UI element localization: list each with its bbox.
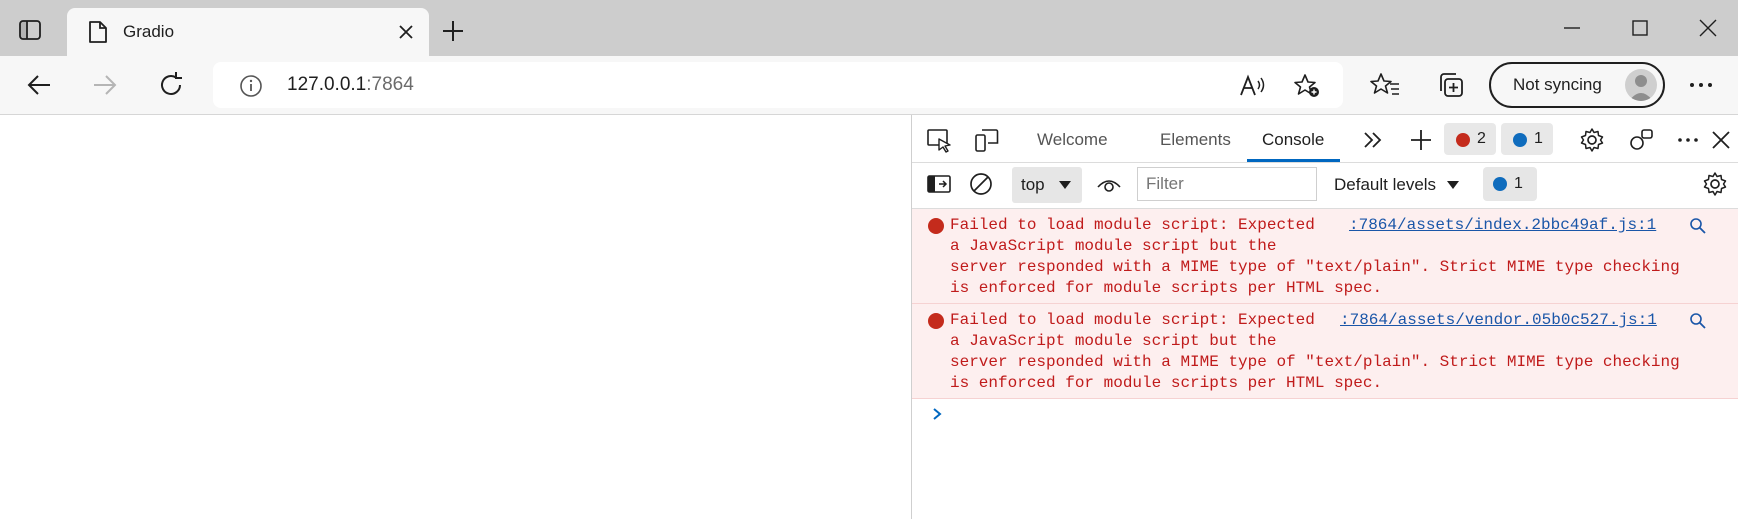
sidebar-toggle-icon[interactable] <box>926 171 952 197</box>
error-line: Failed to load module script: Expected <box>950 311 1315 329</box>
back-icon[interactable] <box>24 70 54 100</box>
error-line: server responded with a MIME type of "te… <box>950 258 1680 276</box>
context-selector[interactable]: top <box>1012 167 1082 203</box>
issues-count-badge[interactable]: 1 <box>1483 167 1537 201</box>
device-emulation-icon[interactable] <box>974 127 1000 153</box>
site-info-icon[interactable] <box>239 74 263 98</box>
minimize-icon[interactable] <box>1558 14 1586 42</box>
collections-icon[interactable] <box>1436 70 1466 100</box>
console-error-message: Failed to load module script: Expected a… <box>912 209 1738 304</box>
tab-actions-icon[interactable] <box>18 18 42 42</box>
read-aloud-icon[interactable] <box>1239 73 1267 99</box>
tab-title: Gradio <box>123 22 175 41</box>
tab-strip: Gradio <box>0 0 1738 56</box>
message-count: 1 <box>1534 130 1543 147</box>
url-text[interactable]: 127.0.0.1:7864 <box>287 74 414 96</box>
context-label: top <box>1021 175 1045 194</box>
tab-welcome[interactable]: Welcome <box>1037 130 1108 150</box>
maximize-icon[interactable] <box>1626 14 1654 42</box>
favorites-icon[interactable] <box>1370 70 1400 100</box>
console-output: Failed to load module script: Expected a… <box>912 209 1738 519</box>
message-icon <box>1513 133 1527 147</box>
issues-count: 1 <box>1514 175 1523 192</box>
error-line: is enforced for module scripts per HTML … <box>950 374 1383 392</box>
page-viewport <box>0 115 911 519</box>
error-icon <box>1456 133 1470 147</box>
active-tab-indicator <box>1247 159 1340 162</box>
page-favicon-icon <box>87 20 109 44</box>
new-tab-icon[interactable] <box>440 18 466 44</box>
browser-toolbar: 127.0.0.1:7864 Not syncing <box>0 56 1738 115</box>
devtools-panel: Welcome Elements Console 2 1 top Filter … <box>911 115 1738 519</box>
more-tabs-icon[interactable] <box>1360 127 1386 153</box>
add-favorite-icon[interactable] <box>1293 73 1321 99</box>
devtools-tab-bar: Welcome Elements Console 2 1 <box>912 115 1738 163</box>
inspect-element-icon[interactable] <box>926 127 952 153</box>
log-levels-label: Default levels <box>1334 175 1437 194</box>
search-icon[interactable] <box>1689 312 1707 330</box>
sync-status-label: Not syncing <box>1513 75 1602 94</box>
customize-icon[interactable] <box>1628 127 1654 153</box>
error-count: 2 <box>1477 130 1486 147</box>
settings-icon[interactable] <box>1579 127 1605 153</box>
devtools-more-icon[interactable] <box>1675 127 1701 153</box>
message-count-badge[interactable]: 1 <box>1501 123 1553 155</box>
error-icon <box>928 313 944 329</box>
console-toolbar: top Default levels 1 <box>912 163 1738 209</box>
console-filter-input[interactable] <box>1137 167 1317 201</box>
levels-chevron-down-icon <box>1447 181 1460 189</box>
more-options-icon[interactable] <box>1686 70 1716 100</box>
refresh-icon[interactable] <box>156 70 186 100</box>
error-line: server responded with a MIME type of "te… <box>950 353 1680 371</box>
forward-icon[interactable] <box>90 70 120 100</box>
avatar <box>1625 69 1657 101</box>
profile-sync-button[interactable]: Not syncing <box>1489 62 1665 108</box>
close-window-icon[interactable] <box>1694 14 1722 42</box>
log-levels-dropdown[interactable]: Default levels <box>1334 175 1460 195</box>
chevron-down-icon <box>1059 181 1071 189</box>
tab-console[interactable]: Console <box>1262 130 1324 150</box>
console-error-message: Failed to load module script: Expected a… <box>912 304 1738 399</box>
url-port: :7864 <box>366 74 414 95</box>
console-settings-icon[interactable] <box>1702 171 1728 197</box>
close-devtools-icon[interactable] <box>1708 127 1734 153</box>
error-line: a JavaScript module script but the <box>950 237 1277 255</box>
clear-console-icon[interactable] <box>968 171 994 197</box>
address-bar[interactable]: 127.0.0.1:7864 <box>213 62 1343 108</box>
close-tab-icon[interactable] <box>395 21 417 43</box>
console-prompt-icon[interactable] <box>930 407 944 421</box>
tab-elements[interactable]: Elements <box>1160 130 1231 150</box>
add-tool-icon[interactable] <box>1408 127 1434 153</box>
error-count-badge[interactable]: 2 <box>1444 123 1496 155</box>
error-line: a JavaScript module script but the <box>950 332 1277 350</box>
search-icon[interactable] <box>1689 217 1707 235</box>
live-expression-icon[interactable] <box>1096 172 1122 198</box>
source-link[interactable]: :7864/assets/vendor.05b0c527.js:1 <box>1340 310 1657 332</box>
message-icon <box>1493 177 1507 191</box>
source-link[interactable]: :7864/assets/index.2bbc49af.js:1 <box>1349 215 1656 237</box>
error-line: Failed to load module script: Expected <box>950 216 1315 234</box>
error-line: is enforced for module scripts per HTML … <box>950 279 1383 297</box>
url-host: 127.0.0.1 <box>287 74 367 95</box>
error-icon <box>928 218 944 234</box>
browser-tab-active[interactable]: Gradio <box>67 8 429 56</box>
